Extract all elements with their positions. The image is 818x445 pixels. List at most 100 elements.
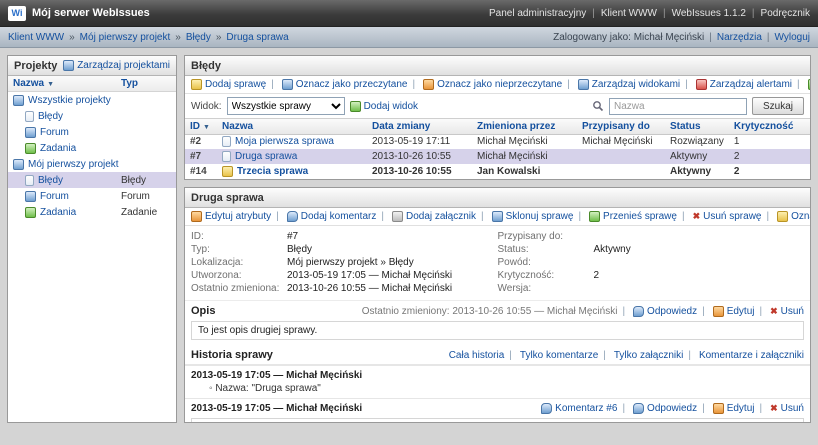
issue-link[interactable]: Trzecia sprawa bbox=[237, 166, 308, 177]
tree-item-all-projects[interactable]: Wszystkie projekty bbox=[8, 92, 176, 108]
tree-item-bledy[interactable]: Błędy Błędy bbox=[8, 172, 176, 188]
attr-value: 2013-05-19 17:05 — Michał Męciński bbox=[287, 270, 453, 281]
col-assigned[interactable]: Przypisany do bbox=[577, 119, 665, 135]
issue-link[interactable]: Druga sprawa bbox=[235, 151, 297, 162]
description-meta: Ostatnio zmieniony: 2013-10-26 10:55 — M… bbox=[361, 305, 618, 317]
tree-item-zadania[interactable]: Zadania Zadanie bbox=[8, 204, 176, 220]
breadcrumb-project[interactable]: Mój pierwszy projekt bbox=[64, 32, 171, 43]
attributes-right: Przypisany do: Status: Aktywny Powód: Kry… bbox=[498, 230, 805, 295]
manage-projects-link[interactable]: Zarządzaj projektami bbox=[77, 60, 170, 71]
add-view[interactable]: Dodaj widok bbox=[349, 100, 418, 112]
col-date[interactable]: Data zmiany bbox=[367, 119, 472, 135]
delete-icon bbox=[770, 403, 778, 414]
mark-read-link[interactable]: Oznacz jako przeczytane bbox=[296, 79, 408, 90]
edit-link[interactable]: Edytuj bbox=[727, 306, 755, 317]
breadcrumb-issue[interactable]: Druga sprawa bbox=[211, 32, 288, 43]
search-button[interactable]: Szukaj bbox=[751, 97, 804, 115]
move-issue-icon bbox=[589, 211, 601, 222]
filter-comments-attachments-link[interactable]: Komentarze i załączniki bbox=[699, 350, 804, 361]
breadcrumb-client[interactable]: Klient WWW bbox=[8, 32, 64, 43]
tree-item-forum[interactable]: Forum Forum bbox=[8, 188, 176, 204]
col-name[interactable]: Nazwa bbox=[217, 119, 367, 135]
attr-label: ID: bbox=[191, 231, 204, 242]
manage-alerts-link[interactable]: Zarządzaj alertami bbox=[710, 79, 792, 90]
attributes-left: ID: #7 Typ: Błędy Lokalizacja: Mój pierwszy… bbox=[191, 230, 498, 295]
admin-panel-link[interactable]: Panel administracyjny bbox=[489, 8, 586, 19]
tree-item-zadania-global[interactable]: Zadania bbox=[8, 140, 176, 156]
forum-folder-icon bbox=[25, 190, 36, 202]
version-link[interactable]: WebIssues 1.1.2 bbox=[657, 8, 746, 19]
tree-item-project[interactable]: Mój pierwszy projekt bbox=[8, 156, 176, 172]
table-row-unread[interactable]: #14 Trzecia sprawa 2013-10-26 10:55 Jan … bbox=[185, 164, 810, 179]
clone-issue-icon bbox=[491, 211, 503, 222]
add-issue-link[interactable]: Dodaj sprawę bbox=[205, 79, 266, 90]
delete-link[interactable]: Usuń bbox=[781, 403, 804, 414]
col-status[interactable]: Status bbox=[665, 119, 729, 135]
table-row-selected[interactable]: #7 Druga sprawa 2013-10-26 10:55 Michał … bbox=[185, 149, 810, 164]
breadcrumb-folder[interactable]: Błędy bbox=[170, 32, 211, 43]
table-row[interactable]: #2 Moja pierwsza sprawa 2013-05-19 17:11… bbox=[185, 134, 810, 149]
logged-in-label: Zalogowany jako: Michał Męciński bbox=[553, 31, 705, 43]
issue-reference-link[interactable]: #1 bbox=[291, 422, 302, 423]
filter-all-link[interactable]: Cała historia bbox=[449, 350, 505, 361]
topbar-left: Wi Mój serwer WebIssues bbox=[8, 5, 150, 21]
manage-views-icon bbox=[577, 79, 589, 90]
web-client-link[interactable]: Klient WWW bbox=[586, 8, 657, 19]
add-attachment-icon bbox=[391, 211, 403, 222]
webissues-app: Wi Mój serwer WebIssues Panel administra… bbox=[0, 0, 818, 430]
comment-actions: Komentarz #6 Odpowiedz Edytuj Usuń bbox=[541, 403, 804, 414]
attr-value: Mój pierwszy projekt » Błędy bbox=[287, 257, 414, 268]
manage-projects-icon bbox=[63, 60, 75, 71]
add-comment-icon bbox=[286, 211, 298, 222]
content-area: Projekty Zarządzaj projektami Nazwa Typ … bbox=[0, 48, 818, 430]
manage-views-link[interactable]: Zarządzaj widokami bbox=[592, 79, 680, 90]
move-issue-link[interactable]: Przenieś sprawę bbox=[603, 211, 677, 222]
edit-icon bbox=[712, 403, 724, 414]
manual-link[interactable]: Podręcznik bbox=[746, 8, 810, 19]
attr-label: Status: bbox=[497, 244, 529, 255]
reply-link[interactable]: Odpowiedz bbox=[647, 306, 697, 317]
attr-value: 2 bbox=[593, 270, 600, 281]
delete-link[interactable]: Usuń bbox=[781, 306, 804, 317]
history-title: Historia sprawy bbox=[191, 349, 273, 361]
attr-value: Błędy bbox=[287, 244, 313, 255]
comment-id-link[interactable]: Komentarz #6 bbox=[555, 403, 617, 414]
export-csv-icon bbox=[807, 79, 810, 90]
projects-panel-header: Projekty Zarządzaj projektami bbox=[8, 56, 176, 76]
view-select[interactable]: Wszystkie sprawy bbox=[226, 97, 345, 115]
col-typ[interactable]: Typ bbox=[121, 78, 171, 89]
tools-link[interactable]: Narzędzia bbox=[704, 32, 762, 43]
issue-icon bbox=[222, 136, 231, 148]
history-entry-date: 2013-05-19 17:05 — Michał Męciński bbox=[191, 370, 363, 381]
add-attachment-link[interactable]: Dodaj załącznik bbox=[406, 211, 476, 222]
delete-issue-link[interactable]: Usuń sprawę bbox=[703, 211, 761, 222]
edit-link[interactable]: Edytuj bbox=[727, 403, 755, 414]
description-header: Opis Ostatnio zmieniony: 2013-10-26 10:5… bbox=[185, 301, 810, 319]
col-changed-by[interactable]: Zmieniona przez bbox=[472, 119, 577, 135]
server-title: Mój serwer WebIssues bbox=[32, 7, 150, 19]
edit-attributes-link[interactable]: Edytuj atrybuty bbox=[205, 211, 271, 222]
attr-label: Przypisany do: bbox=[497, 231, 564, 242]
add-view-link[interactable]: Dodaj widok bbox=[364, 101, 418, 112]
logout-link[interactable]: Wyloguj bbox=[762, 32, 810, 43]
tree-item-forum-global[interactable]: Forum bbox=[8, 124, 176, 140]
mark-unread-link[interactable]: Oznacz jako nieprzeczytane bbox=[437, 79, 562, 90]
filter-attachments-link[interactable]: Tylko załączniki bbox=[614, 350, 683, 361]
description-content: To jest opis drugiej sprawy. bbox=[191, 321, 804, 340]
add-issue-icon bbox=[191, 79, 202, 90]
history-entry-header: 2013-05-19 17:05 — Michał Męciński Komen… bbox=[185, 398, 810, 416]
issue-link[interactable]: Moja pierwsza sprawa bbox=[235, 136, 334, 147]
add-comment-link[interactable]: Dodaj komentarz bbox=[301, 211, 377, 222]
mark-issue-unread-link[interactable]: Oznacz jako nieprzeczytaną bbox=[791, 211, 810, 222]
col-id[interactable]: ID bbox=[185, 119, 217, 135]
col-severity[interactable]: Krytyczność bbox=[728, 119, 810, 135]
add-view-icon bbox=[349, 100, 361, 112]
tree-item-bledy-global[interactable]: Błędy bbox=[8, 108, 176, 124]
filter-comments-link[interactable]: Tylko komentarze bbox=[520, 350, 598, 361]
clone-issue-link[interactable]: Sklonuj sprawę bbox=[506, 211, 574, 222]
col-nazwa[interactable]: Nazwa bbox=[13, 78, 121, 89]
search-input[interactable] bbox=[608, 97, 747, 115]
manage-projects[interactable]: Zarządzaj projektami bbox=[63, 60, 170, 71]
history-header: Historia sprawy Cała historia Tylko kome… bbox=[185, 345, 810, 365]
reply-link[interactable]: Odpowiedz bbox=[647, 403, 697, 414]
